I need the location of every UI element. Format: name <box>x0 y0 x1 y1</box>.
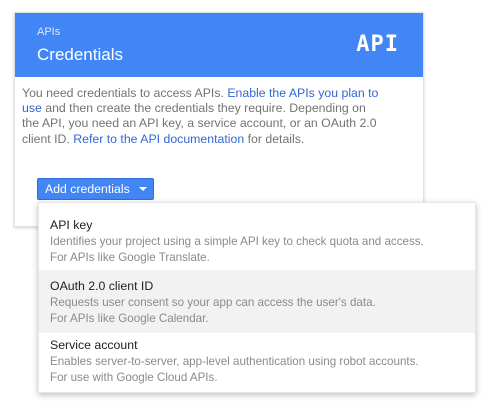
enable-apis-link[interactable]: Enable the APIs you plan to <box>227 86 378 100</box>
add-credentials-button[interactable]: Add credentials <box>37 178 154 200</box>
add-credentials-label: Add credentials <box>45 182 130 196</box>
intro-line4-end: for details. <box>244 131 305 146</box>
menu-item-title: API key <box>50 218 93 232</box>
intro-line1-text: You need credentials to access APIs. <box>22 86 228 100</box>
menu-item-example: For use with Google Cloud APIs. <box>50 371 218 384</box>
menu-item-api-key[interactable]: API key Identifies your project using a … <box>39 209 475 272</box>
intro-line2-text: and then create the credentials they req… <box>41 101 366 116</box>
header-subtitle: APIs <box>37 26 61 38</box>
card-header: APIs Credentials API <box>15 13 423 77</box>
credentials-dropdown-menu: API key Identifies your project using a … <box>38 202 476 393</box>
menu-item-title: OAuth 2.0 client ID <box>50 279 154 293</box>
menu-item-desc: Enables server-to-server, app-level auth… <box>50 355 419 368</box>
menu-item-oauth-client-id[interactable]: OAuth 2.0 client ID Requests user consen… <box>39 270 475 333</box>
menu-item-example: For APIs like Google Translate. <box>50 251 210 264</box>
intro-line4-text: client ID. <box>22 131 74 146</box>
page-title: Credentials <box>37 45 123 64</box>
intro-text: You need credentials to access APIs. Ena… <box>22 86 386 147</box>
menu-item-example: For APIs like Google Calendar. <box>50 312 209 325</box>
intro-line3-text: the API, you need an API key, a service … <box>22 116 377 131</box>
menu-item-service-account[interactable]: Service account Enables server-to-server… <box>39 329 475 392</box>
enable-apis-link-cont[interactable]: use <box>22 101 42 115</box>
menu-item-desc: Requests user consent so your app can ac… <box>50 296 376 309</box>
api-logo-icon: API <box>356 32 399 57</box>
menu-item-title: Service account <box>50 338 138 352</box>
menu-item-desc: Identifies your project using a simple A… <box>50 235 424 248</box>
caret-down-icon <box>138 187 147 191</box>
api-documentation-link[interactable]: Refer to the API documentation <box>73 132 244 146</box>
